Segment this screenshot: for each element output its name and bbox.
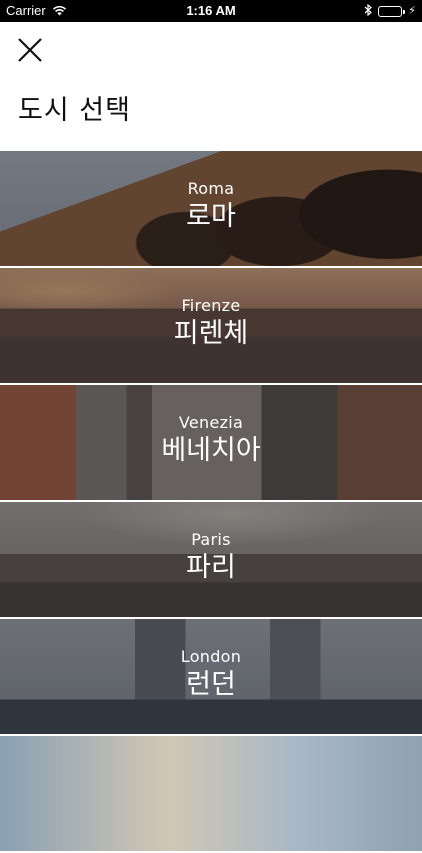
city-name-ko: 베네치아 bbox=[161, 435, 261, 466]
city-labels: London 런던 bbox=[0, 647, 422, 702]
status-bar: Carrier 1:16 AM ⚡ bbox=[0, 0, 422, 22]
city-name-en: London bbox=[180, 647, 242, 666]
city-name-en: Venezia bbox=[178, 413, 244, 432]
city-labels: Venezia 베네치아 bbox=[0, 413, 422, 468]
city-card-partial[interactable] bbox=[0, 736, 422, 851]
clock: 1:16 AM bbox=[186, 3, 236, 18]
city-name-en: Paris bbox=[191, 530, 231, 549]
city-name-ko: 파리 bbox=[186, 552, 236, 583]
city-name-en: Firenze bbox=[181, 296, 241, 315]
city-list: Roma 로마 Firenze 피렌체 Venezia 베네치아 Paris 파… bbox=[0, 151, 422, 853]
city-name-ko: 로마 bbox=[186, 201, 236, 232]
city-name-en: Roma bbox=[187, 179, 235, 198]
bluetooth-icon bbox=[364, 3, 373, 19]
city-card-firenze[interactable]: Firenze 피렌체 bbox=[0, 268, 422, 383]
close-icon bbox=[18, 38, 42, 62]
page-title: 도시 선택 bbox=[18, 95, 131, 126]
close-button[interactable] bbox=[14, 34, 46, 66]
city-photo bbox=[0, 736, 422, 851]
city-card-paris[interactable]: Paris 파리 bbox=[0, 502, 422, 617]
status-bar-right: ⚡ bbox=[364, 3, 416, 19]
city-labels: Paris 파리 bbox=[0, 530, 422, 585]
city-labels: Firenze 피렌체 bbox=[0, 296, 422, 351]
city-card-venezia[interactable]: Venezia 베네치아 bbox=[0, 385, 422, 500]
charging-icon: ⚡ bbox=[408, 5, 416, 17]
city-card-roma[interactable]: Roma 로마 bbox=[0, 151, 422, 266]
city-name-ko: 런던 bbox=[186, 669, 236, 700]
city-labels: Roma 로마 bbox=[0, 179, 422, 234]
city-name-ko: 피렌체 bbox=[173, 318, 249, 349]
city-card-london[interactable]: London 런던 bbox=[0, 619, 422, 734]
battery-icon bbox=[378, 6, 406, 17]
